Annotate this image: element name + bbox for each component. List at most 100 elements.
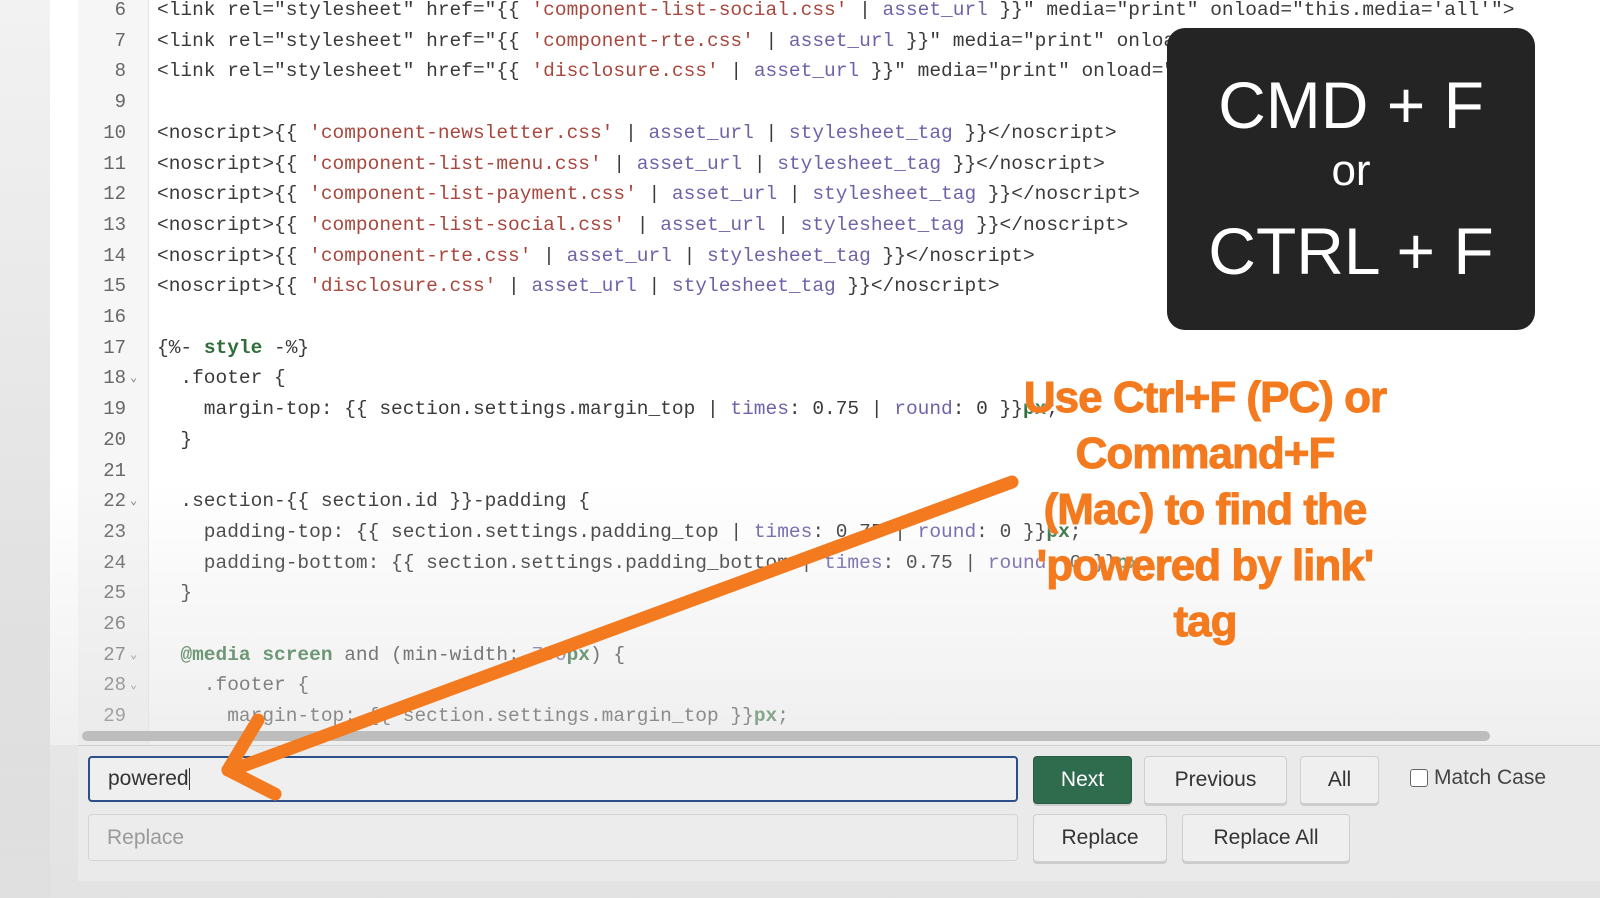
code-token-plain: <link rel="stylesheet" href="{{ [157, 0, 532, 21]
horizontal-scrollbar[interactable] [82, 731, 1490, 741]
code-token-plain: <noscript>{{ [157, 152, 310, 175]
code-token-plain: | [636, 183, 672, 206]
replace-all-button[interactable]: Replace All [1182, 814, 1350, 862]
callout-text: Use Ctrl+F (PC) or Command+F (Mac) to fi… [980, 370, 1430, 650]
line-number: 12 [103, 183, 126, 206]
previous-button[interactable]: Previous [1144, 756, 1287, 804]
code-token-kw: @media screen [180, 643, 333, 666]
code-token-plain: | [531, 244, 567, 267]
fold-chevron-icon[interactable]: ⌄ [130, 363, 137, 394]
code-token-plain: : 0.75 | [788, 398, 895, 421]
code-token-plain: } [157, 428, 193, 451]
replace-placeholder: Replace [107, 825, 185, 849]
fold-chevron-icon[interactable]: ⌄ [130, 486, 137, 517]
line-number: 16 [103, 306, 126, 328]
code-token-plain: .footer { [157, 367, 286, 390]
code-token-filter: asset_url [753, 60, 860, 83]
code-token-str: 'disclosure.css' [309, 275, 497, 298]
code-token-plain: ) { [589, 643, 626, 666]
code-token-plain: }}</noscript> [976, 183, 1140, 206]
code-token-plain: margin-top: {{ section.settings.margin_t… [157, 398, 731, 421]
code-line[interactable]: 6 <link rel="stylesheet" href="{{ 'compon… [50, 0, 1600, 26]
left-panel-edge [0, 0, 50, 898]
code-token-plain: -%} [262, 336, 310, 359]
code-line[interactable]: 29 margin-top: {{ section.settings.margi… [50, 701, 1600, 732]
code-line[interactable]: 28 ⌄ .footer { [50, 670, 1600, 701]
replace-button[interactable]: Replace [1033, 814, 1167, 862]
line-number: 10 [103, 121, 126, 144]
fold-chevron-icon[interactable]: ⌄ [130, 670, 137, 701]
line-number: 21 [103, 459, 126, 482]
code-token-plain: ; [777, 705, 789, 728]
code-token-plain: | [636, 275, 672, 298]
next-button[interactable]: Next [1033, 756, 1132, 804]
code-token-plain: }}</noscript> [835, 275, 1000, 298]
code-token-str: 'component-rte.css' [309, 244, 532, 267]
code-token-plain: | [777, 183, 813, 206]
code-token-plain: | [742, 152, 778, 175]
find-replace-bar: powered Replace Next Previous All Match … [78, 745, 1600, 881]
find-input[interactable]: powered [88, 756, 1018, 802]
replace-input[interactable]: Replace [88, 814, 1018, 861]
code-token-plain: | [847, 0, 883, 21]
code-text: {%- style -%} [157, 333, 309, 364]
shortcut-overlay: CMD + F or CTRL + F [1167, 28, 1535, 330]
code-text: } [157, 425, 192, 456]
line-number: 26 [103, 613, 126, 635]
code-token-str: 'component-list-social.css' [309, 213, 626, 236]
code-text: @media screen and (min-width: 750px) { [157, 640, 625, 671]
line-number: 27 [103, 643, 126, 666]
code-token-filter: stylesheet_tag [800, 213, 965, 236]
find-input-value: powered [108, 767, 189, 790]
code-token-filter: stylesheet_tag [788, 121, 953, 144]
code-token-kw: style [203, 336, 263, 359]
code-token-plain: }}" media="print" onload="this.media='al… [987, 0, 1515, 21]
code-token-kw: px [566, 643, 590, 666]
code-token-plain: | [613, 121, 649, 144]
fold-chevron-icon[interactable]: ⌄ [130, 640, 137, 671]
code-text: <noscript>{{ 'component-rte.css' | asset… [157, 241, 1035, 272]
match-case-checkbox[interactable]: Match Case [1410, 766, 1546, 790]
line-number: 18 [103, 367, 126, 390]
code-token-plain: : 0.75 | [882, 551, 988, 574]
line-number: 19 [103, 398, 126, 421]
code-text: <noscript>{{ 'disclosure.css' | asset_ur… [157, 271, 1000, 302]
callout-line: 'powered by link' [1036, 541, 1374, 591]
code-token-str: 'disclosure.css' [531, 60, 719, 83]
line-number: 23 [103, 520, 126, 543]
code-token-filter: stylesheet_tag [812, 183, 977, 206]
code-token-str: 'component-newsletter.css' [309, 121, 614, 144]
code-text: .section-{{ section.id }}-padding { [157, 486, 590, 517]
code-token-filter: 750 [531, 643, 567, 666]
checkbox-icon[interactable] [1410, 769, 1428, 787]
line-number: 7 [114, 29, 126, 52]
all-button[interactable]: All [1300, 756, 1379, 804]
code-text: margin-top: {{ section.settings.margin_t… [157, 394, 1058, 425]
code-token-filter: times [753, 520, 813, 543]
code-token-plain: | [601, 152, 637, 175]
code-token-plain: } [157, 582, 193, 605]
code-token-plain: margin-top: {{ section.settings.margin_t… [157, 705, 754, 728]
code-text: .footer { [157, 363, 286, 394]
code-text: .footer { [157, 670, 309, 701]
code-token-filter: asset_url [660, 213, 766, 236]
code-token-kw: px [753, 705, 778, 728]
line-number: 25 [103, 582, 126, 605]
code-token-plain: padding-bottom: {{ section.settings.padd… [157, 551, 825, 574]
line-number: 17 [103, 336, 126, 359]
code-token-plain: <noscript>{{ [157, 244, 310, 267]
line-number: 24 [103, 551, 126, 574]
code-line[interactable]: 17 {%- style -%} [50, 333, 1600, 364]
code-text: margin-top: {{ section.settings.margin_t… [157, 701, 789, 732]
match-case-label: Match Case [1434, 766, 1547, 789]
code-token-plain: }}</noscript> [870, 244, 1035, 267]
code-text: <noscript>{{ 'component-list-payment.css… [157, 179, 1140, 210]
code-token-filter: times [824, 551, 883, 574]
line-number: 9 [114, 91, 126, 114]
code-token-plain: padding-top: {{ section.settings.padding… [157, 520, 754, 543]
code-text: <noscript>{{ 'component-list-social.css'… [157, 210, 1128, 241]
code-token-str: 'component-list-social.css' [531, 0, 848, 21]
callout-line: Use Ctrl+F (PC) or [1023, 373, 1387, 423]
code-token-filter: asset_url [882, 0, 988, 21]
code-token-plain: | [671, 244, 708, 267]
